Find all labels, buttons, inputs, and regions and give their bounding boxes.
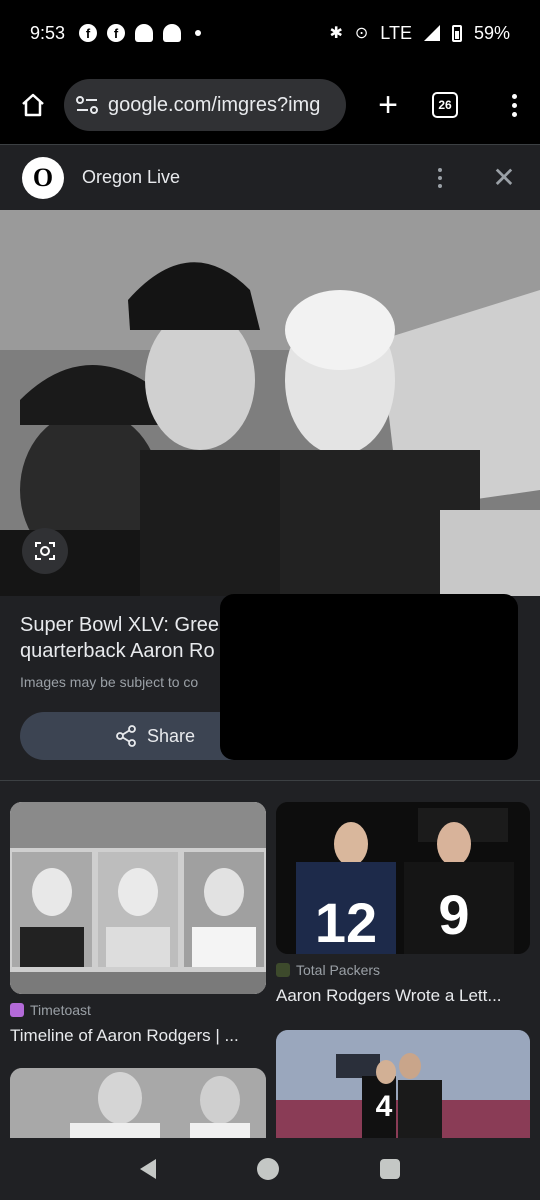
snapchat-icon: [135, 24, 154, 42]
related-image-4[interactable]: 4: [276, 1030, 530, 1138]
jersey-number-9: 9: [438, 883, 469, 946]
share-icon: [116, 725, 136, 747]
yearbook-photo: [10, 802, 266, 994]
main-image[interactable]: [0, 210, 540, 596]
source-name[interactable]: Oregon Live: [82, 167, 180, 188]
related-title-2[interactable]: Aaron Rodgers Wrote a Lett...: [276, 986, 530, 1006]
bluetooth-icon: ✱: [329, 25, 343, 42]
related-photo-4: 4: [276, 1030, 530, 1138]
home-button[interactable]: [16, 88, 50, 122]
tab-switcher-button[interactable]: 26: [432, 92, 458, 118]
football-photo: 12 9: [276, 802, 530, 954]
preview-photo: [0, 210, 540, 596]
location-icon: ⊙: [354, 25, 369, 42]
related-image-3[interactable]: [10, 1068, 266, 1138]
new-tab-button[interactable]: +: [368, 88, 408, 122]
browser-toolbar: google.com/imgres?img + 26: [0, 66, 540, 144]
status-bar: 9:53 f f ✱ ⊙ LTE 59%: [0, 0, 540, 66]
related-source-name: Timetoast: [30, 1002, 91, 1018]
battery-icon: [451, 24, 462, 42]
redaction-overlay: [220, 594, 518, 760]
timetoast-icon: [10, 1003, 24, 1017]
related-source-name: Total Packers: [296, 962, 381, 978]
signal-icon: [423, 25, 440, 41]
browser-menu-button[interactable]: [504, 93, 524, 117]
network-type: LTE: [380, 22, 412, 43]
home-icon: [22, 93, 44, 117]
related-source-1: Timetoast: [10, 1002, 91, 1018]
jersey-number-4: 4: [376, 1090, 393, 1123]
facebook-icon: f: [79, 24, 98, 42]
related-source-2: Total Packers: [276, 962, 380, 978]
battery-level: 59%: [473, 22, 510, 43]
related-title-1[interactable]: Timeline of Aaron Rodgers | ...: [10, 1026, 266, 1046]
total-packers-icon: [276, 963, 290, 977]
site-settings-icon: [76, 96, 98, 114]
system-nav-bar: [0, 1138, 540, 1200]
facebook-icon: f: [107, 24, 126, 42]
snapchat-icon: [163, 24, 182, 42]
more-options-button[interactable]: [430, 167, 450, 188]
home-nav-icon[interactable]: [256, 1158, 279, 1180]
share-label: Share: [146, 725, 196, 746]
related-image-football[interactable]: 12 9: [276, 802, 530, 954]
related-image-yearbook[interactable]: [10, 802, 266, 994]
google-lens-button[interactable]: [22, 528, 68, 574]
source-header: O Oregon Live ✕: [0, 144, 540, 210]
source-logo[interactable]: O: [22, 156, 64, 199]
jersey-number-12: 12: [315, 891, 377, 954]
notification-dot-icon: [195, 30, 202, 36]
related-photo-3: [10, 1068, 266, 1138]
address-bar[interactable]: google.com/imgres?img: [64, 79, 346, 131]
back-icon[interactable]: [140, 1159, 157, 1179]
close-button[interactable]: ✕: [490, 161, 518, 194]
section-divider: [0, 780, 540, 781]
lens-icon: [35, 542, 55, 560]
recent-apps-icon[interactable]: [379, 1159, 400, 1179]
url-text: google.com/imgres?img: [108, 93, 321, 116]
status-time: 9:53: [30, 22, 66, 43]
